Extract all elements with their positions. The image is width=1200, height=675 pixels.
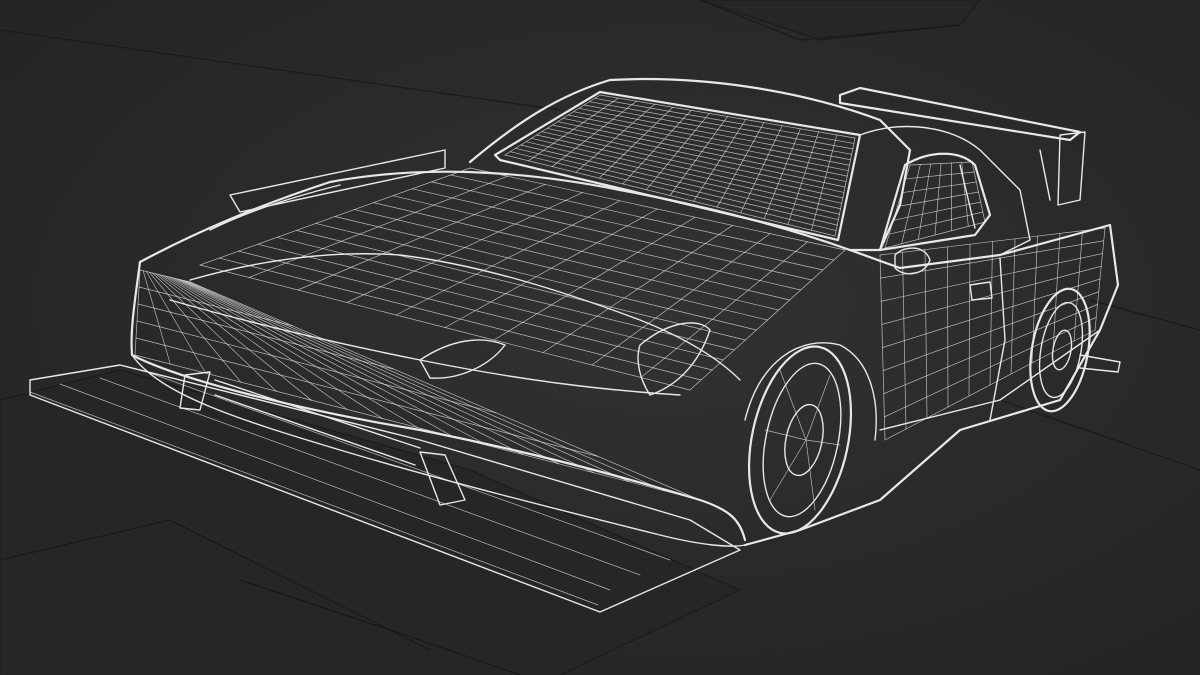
wireframe-viewport bbox=[0, 0, 1200, 675]
hood-mesh-v-line bbox=[689, 249, 846, 391]
bumper-mesh-u-line bbox=[142, 270, 171, 365]
car-wireframe-render bbox=[0, 0, 1200, 675]
bumper-mesh-u-line bbox=[152, 272, 277, 392]
hood-mesh-v-line bbox=[395, 200, 621, 316]
hood-mesh-v-line bbox=[493, 216, 696, 341]
side-mesh-v-line bbox=[883, 304, 1098, 395]
side-mesh-v-line bbox=[881, 265, 1102, 325]
hood-mesh-v-line bbox=[297, 184, 546, 291]
side-mesh-v-line bbox=[884, 329, 1096, 441]
floor-shadows bbox=[0, 0, 1200, 675]
hood-mesh-v-line bbox=[542, 225, 733, 353]
windshield-mesh-v-line bbox=[669, 116, 728, 196]
bumper-mesh-v-line bbox=[137, 303, 395, 370]
quarter-window-mesh-v-line bbox=[888, 211, 984, 235]
windshield-mesh-v-line bbox=[834, 137, 856, 237]
bumper-mesh-v-line bbox=[139, 269, 191, 283]
windshield-mesh-v-line bbox=[763, 128, 801, 219]
bumper-mesh-u-line bbox=[155, 273, 312, 401]
rear-wing bbox=[838, 86, 1086, 206]
hood-mesh-v-line bbox=[346, 192, 583, 303]
windshield-mesh-v-line bbox=[716, 122, 765, 208]
